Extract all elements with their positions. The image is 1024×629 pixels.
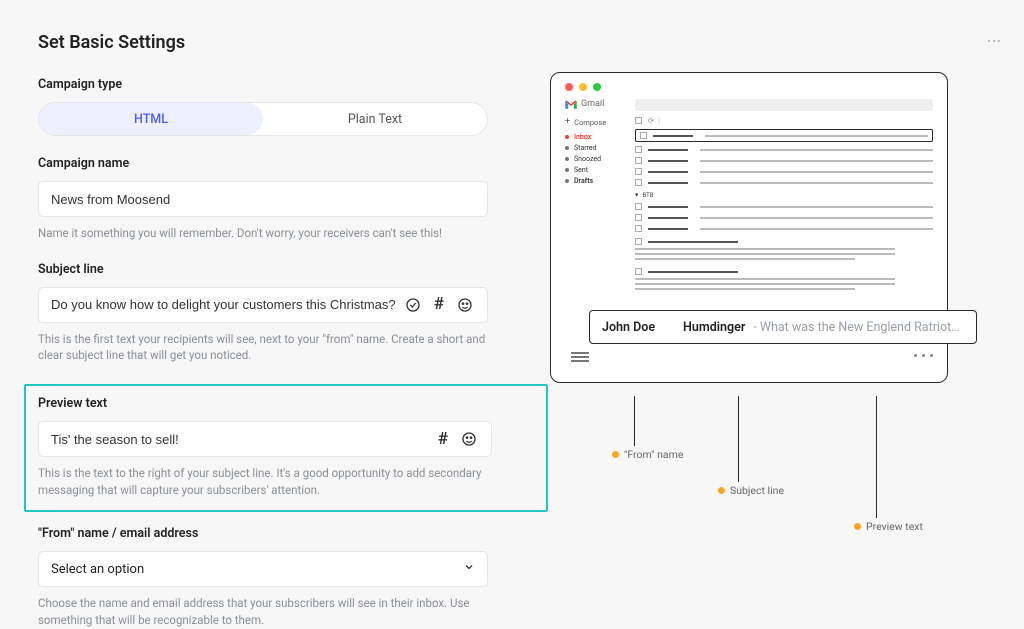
emoji-icon[interactable]	[459, 429, 479, 449]
minimize-dot-icon	[579, 83, 587, 91]
callout-dot-icon	[612, 451, 619, 458]
callout-from: "From" name	[612, 448, 683, 461]
from-help: Choose the name and email address that y…	[38, 595, 488, 628]
callout-line-preview	[876, 396, 877, 518]
preview-text-help: This is the text to the right of your su…	[38, 465, 498, 498]
subject-line-section: Subject line # This is the first text yo…	[38, 262, 528, 364]
preview-text: - What was the New Englend Ratriots…	[753, 320, 964, 335]
campaign-type-section: Campaign type HTML Plain Text	[38, 77, 528, 136]
window-controls	[551, 73, 947, 99]
sidebar-item-inbox: Inbox	[565, 133, 635, 141]
from-select-value: Select an option	[51, 562, 144, 577]
campaign-name-section: Campaign name Name it something you will…	[38, 156, 528, 242]
personalize-icon[interactable]: #	[429, 295, 449, 315]
campaign-name-input[interactable]	[51, 192, 475, 207]
preview-text-highlight: Preview text # This is the text to the r…	[24, 384, 548, 512]
callout-dot-icon	[718, 487, 725, 494]
campaign-type-toggle: HTML Plain Text	[38, 102, 488, 136]
subject-line-help: This is the first text your recipients w…	[38, 331, 508, 364]
sidebar-item-drafts: Drafts	[565, 177, 635, 185]
page-title: Set Basic Settings	[38, 32, 528, 53]
campaign-type-plain[interactable]: Plain Text	[263, 103, 487, 135]
callout-line-from	[634, 396, 635, 446]
maximize-dot-icon	[593, 83, 601, 91]
campaign-name-help: Name it something you will remember. Don…	[38, 225, 528, 242]
inbox-preview-mock: Gmail +Compose Inbox Starred Snoozed Sen…	[550, 72, 948, 383]
sidebar-item-starred: Starred	[565, 144, 635, 152]
sidebar-item-sent: Sent	[565, 166, 635, 174]
personalize-icon[interactable]: #	[433, 429, 453, 449]
search-bar	[635, 99, 933, 111]
sidebar-item-snoozed: Snoozed	[565, 155, 635, 163]
callout-line-subject	[738, 396, 739, 482]
campaign-type-label: Campaign type	[38, 77, 528, 92]
gmail-main: ⟳ ⋮ ▾BTB	[635, 99, 933, 298]
spam-check-icon[interactable]	[403, 295, 423, 315]
email-row-selected	[635, 129, 933, 142]
callout-preview: Preview text	[854, 520, 923, 533]
more-icon	[988, 40, 1000, 42]
preview-text-input[interactable]	[51, 432, 427, 447]
subject-line-input-wrap: #	[38, 287, 488, 323]
gmail-logo: Gmail	[565, 99, 635, 109]
from-label: "From" name / email address	[38, 526, 528, 541]
subject-line-input[interactable]	[51, 297, 397, 312]
close-dot-icon	[565, 83, 573, 91]
chevron-down-icon	[463, 561, 475, 577]
preview-from: John Doe	[602, 320, 655, 335]
campaign-type-html[interactable]: HTML	[39, 103, 263, 135]
hamburger-icon	[571, 348, 589, 362]
callout-dot-icon	[854, 523, 861, 530]
gmail-sidebar: Gmail +Compose Inbox Starred Snoozed Sen…	[565, 99, 635, 298]
campaign-name-label: Campaign name	[38, 156, 528, 171]
callout-subject: Subject line	[718, 484, 784, 497]
from-section: "From" name / email address Select an op…	[38, 526, 528, 628]
compose-button: +Compose	[565, 117, 635, 127]
from-select[interactable]: Select an option	[38, 551, 488, 587]
inbox-preview-bar: John Doe Humdinger - What was the New En…	[589, 310, 977, 344]
preview-text-input-wrap: #	[38, 421, 492, 457]
subject-line-label: Subject line	[38, 262, 528, 277]
preview-subject: Humdinger	[683, 320, 745, 335]
preview-text-label: Preview text	[38, 396, 534, 411]
campaign-name-input-wrap	[38, 181, 488, 217]
emoji-icon[interactable]	[455, 295, 475, 315]
